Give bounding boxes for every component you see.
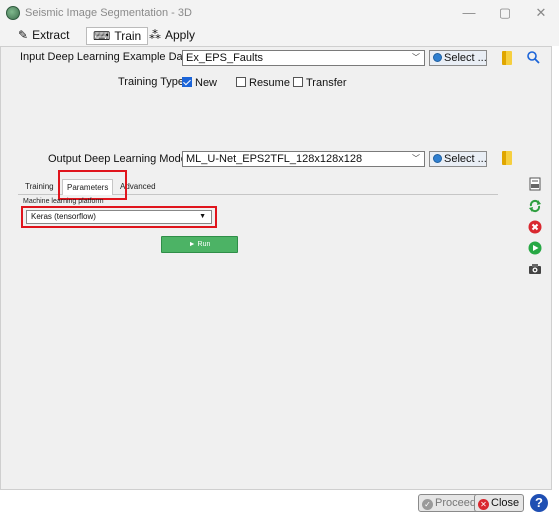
- screenshot-icon[interactable]: [528, 262, 542, 276]
- transfer-label: Transfer: [306, 77, 347, 89]
- cancel-icon[interactable]: [528, 220, 542, 234]
- train-icon: ⌨: [93, 29, 111, 43]
- training-type-label: Training Type: [118, 76, 185, 88]
- resume-label: Resume: [249, 77, 290, 89]
- run-button[interactable]: ► Run: [161, 236, 238, 253]
- folder-icon[interactable]: [502, 151, 512, 165]
- close-window-button[interactable]: ✕: [527, 4, 555, 22]
- new-checkbox[interactable]: New: [182, 77, 217, 89]
- minimize-button[interactable]: —: [455, 4, 483, 22]
- apply-label: Apply: [165, 28, 196, 42]
- output-model-combo[interactable]: ML_U-Net_EPS2TFL_128x128x128 ﹀: [182, 151, 425, 167]
- output-select-label: Select ...: [444, 153, 487, 165]
- input-select-button[interactable]: Select ...: [429, 50, 487, 66]
- select-icon: [433, 154, 442, 163]
- refresh-icon[interactable]: [528, 199, 542, 213]
- platform-label: Machine learning platform: [23, 198, 104, 205]
- apply-icon: ⁂: [149, 28, 161, 42]
- extract-label: Extract: [32, 28, 70, 42]
- tab-training[interactable]: Training: [21, 179, 58, 195]
- resume-checkbox[interactable]: Resume: [236, 77, 290, 89]
- app-icon: [6, 6, 20, 20]
- extract-button[interactable]: ✎ Extract: [18, 27, 69, 44]
- play-icon[interactable]: [528, 241, 542, 255]
- new-label: New: [195, 77, 218, 89]
- proceed-label: Proceed: [435, 497, 476, 509]
- chevron-down-icon: ﹀: [412, 154, 420, 163]
- train-label: Train: [114, 29, 142, 43]
- maximize-button[interactable]: ▢: [491, 4, 519, 22]
- output-model-label: Output Deep Learning Model: [48, 153, 190, 165]
- checkbox-empty-icon: [293, 77, 303, 87]
- mode-toolbar: ✎ Extract ⌨ Train ⁂ Apply: [0, 26, 559, 46]
- title-bar: Seismic Image Segmentation - 3D — ▢ ✕: [0, 0, 559, 26]
- tab-highlight-box: [58, 170, 127, 200]
- folder-icon[interactable]: [502, 51, 512, 65]
- input-data-value: Ex_EPS_Faults: [186, 52, 264, 64]
- apply-button[interactable]: ⁂ Apply: [149, 27, 195, 44]
- close-button[interactable]: ✕ Close: [474, 494, 525, 512]
- proceed-button[interactable]: ✓ Proceed: [418, 494, 481, 512]
- window-title: Seismic Image Segmentation - 3D: [25, 7, 192, 19]
- input-data-label: Input Deep Learning Example Data: [20, 51, 192, 63]
- chevron-down-icon: ﹀: [412, 53, 420, 62]
- select-icon: [433, 53, 442, 62]
- transfer-checkbox[interactable]: Transfer: [293, 77, 347, 89]
- close-label: Close: [491, 497, 520, 509]
- pencil-icon: ✎: [18, 28, 29, 42]
- output-select-button[interactable]: Select ...: [429, 151, 487, 167]
- close-icon: ✕: [478, 499, 489, 510]
- output-model-value: ML_U-Net_EPS2TFL_128x128x128: [186, 153, 363, 165]
- checkbox-empty-icon: [236, 77, 246, 87]
- search-icon[interactable]: [526, 50, 540, 64]
- proceed-icon: ✓: [422, 499, 433, 510]
- input-data-combo[interactable]: Ex_EPS_Faults ﹀: [182, 50, 425, 66]
- help-icon[interactable]: ?: [530, 494, 548, 512]
- export-icon[interactable]: [528, 177, 542, 191]
- checkbox-checked-icon: [182, 77, 192, 87]
- input-select-label: Select ...: [444, 52, 487, 64]
- train-button[interactable]: ⌨ Train: [86, 27, 149, 45]
- platform-highlight-box: [21, 206, 217, 228]
